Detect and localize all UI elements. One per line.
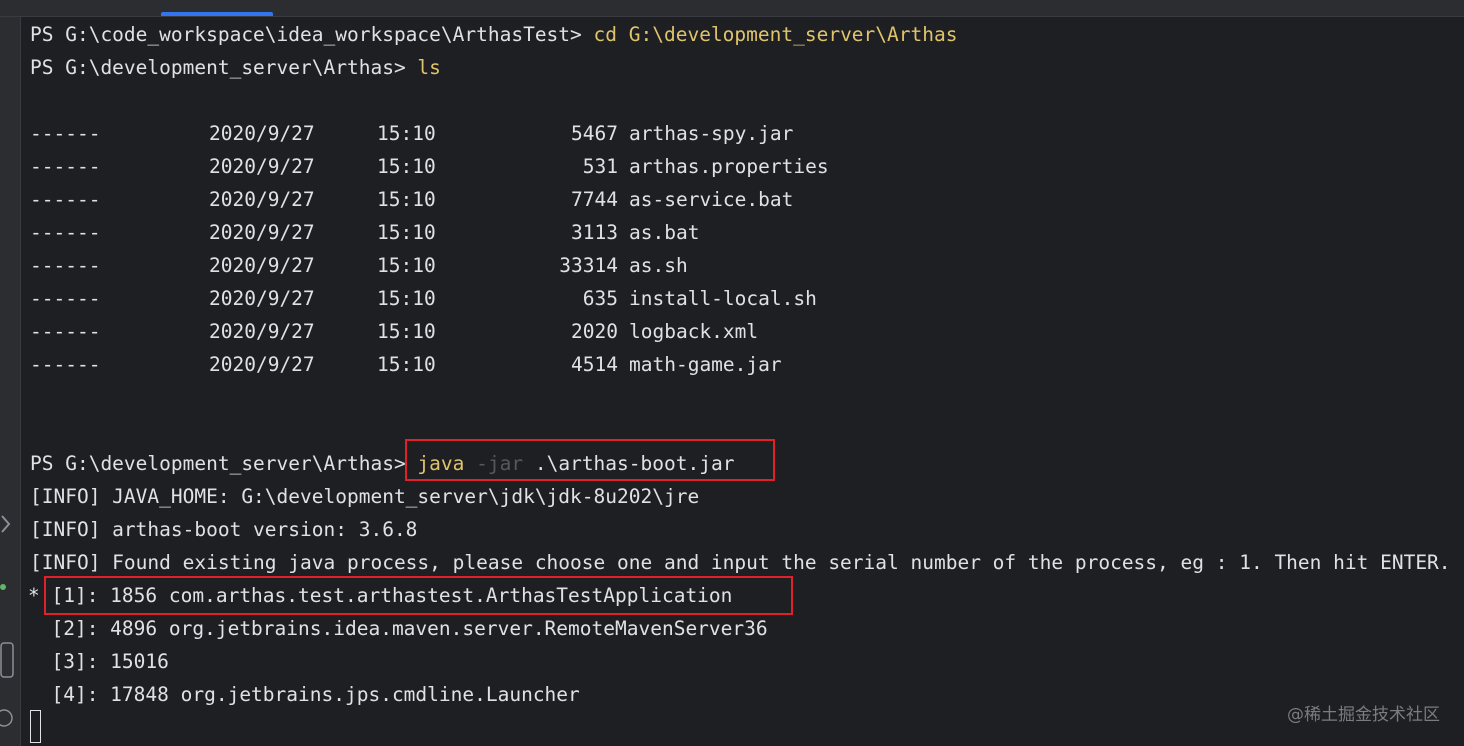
file-time: 15:10 (377, 320, 436, 343)
file-time: 15:10 (377, 122, 436, 145)
status-dot-icon (0, 584, 6, 590)
command: cd G:\development_server\Arthas (593, 23, 958, 46)
file-date: 2020/9/27 (209, 287, 315, 310)
file-size: 33314 (559, 254, 618, 277)
file-time: 15:10 (377, 287, 436, 310)
file-date: 2020/9/27 (209, 188, 315, 211)
file-time: 15:10 (377, 188, 436, 211)
file-time: 15:10 (377, 221, 436, 244)
file-date: 2020/9/27 (209, 122, 315, 145)
file-size: 4514 (571, 353, 618, 376)
terminal-line: PS G:\code_workspace\idea_workspace\Arth… (30, 18, 957, 51)
process-entry: [2]: 4896 org.jetbrains.idea.maven.serve… (28, 617, 768, 640)
file-date: 2020/9/27 (209, 320, 315, 343)
file-size: 635 (582, 287, 618, 310)
file-size: 2020 (571, 320, 618, 343)
command: java (417, 452, 465, 475)
terminal-tab-icon[interactable] (0, 641, 14, 681)
file-date: 2020/9/27 (209, 155, 315, 178)
file-date: 2020/9/27 (209, 221, 315, 244)
process-entry: * [1]: 1856 com.arthas.test.arthastest.A… (28, 584, 733, 607)
prompt: PS G:\development_server\Arthas> (30, 452, 418, 475)
file-mode: ------ (30, 320, 101, 343)
ide-terminal-window: PS G:\code_workspace\idea_workspace\Arth… (0, 0, 1464, 746)
file-mode: ------ (30, 155, 101, 178)
file-name: as-service.bat (629, 188, 794, 211)
file-size: 5467 (571, 122, 618, 145)
file-name: as.bat (629, 221, 700, 244)
partial-icon[interactable] (0, 514, 14, 534)
tab-bar (0, 0, 1464, 17)
watermark: @稀土掘金技术社区 (1287, 705, 1440, 725)
file-mode: ------ (30, 287, 101, 310)
active-tab-indicator[interactable] (161, 12, 273, 16)
terminal-output[interactable]: PS G:\code_workspace\idea_workspace\Arth… (28, 18, 1464, 746)
prompt: PS G:\development_server\Arthas> (30, 56, 418, 79)
command-flag: -jar (476, 452, 524, 475)
file-name: arthas.properties (629, 155, 829, 178)
command-argument: .\arthas-boot.jar (534, 452, 735, 475)
prompt: PS G:\code_workspace\idea_workspace\Arth… (30, 23, 594, 46)
history-icon[interactable] (0, 703, 14, 733)
file-size: 3113 (571, 221, 618, 244)
info-line: [INFO] Found existing java process, plea… (30, 551, 1451, 574)
file-time: 15:10 (377, 254, 436, 277)
file-date: 2020/9/27 (209, 254, 315, 277)
tool-gutter (0, 17, 21, 746)
file-mode: ------ (30, 188, 101, 211)
file-name: as.sh (629, 254, 688, 277)
file-size: 7744 (571, 188, 618, 211)
file-mode: ------ (30, 122, 101, 145)
file-name: logback.xml (629, 320, 759, 343)
file-time: 15:10 (377, 353, 436, 376)
info-line: [INFO] arthas-boot version: 3.6.8 (30, 518, 418, 541)
terminal-line: PS G:\development_server\Arthas> java -j… (30, 447, 734, 480)
process-entry: [3]: 15016 (28, 650, 169, 673)
terminal-cursor[interactable] (30, 710, 41, 743)
file-mode: ------ (30, 353, 101, 376)
file-name: install-local.sh (629, 287, 817, 310)
command: ls (417, 56, 441, 79)
process-entry: [4]: 17848 org.jetbrains.jps.cmdline.Lau… (28, 683, 580, 706)
terminal-line: PS G:\development_server\Arthas> ls (30, 51, 441, 84)
file-size: 531 (582, 155, 618, 178)
file-mode: ------ (30, 254, 101, 277)
info-line: [INFO] JAVA_HOME: G:\development_server\… (30, 485, 700, 508)
file-name: math-game.jar (629, 353, 782, 376)
file-name: arthas-spy.jar (629, 122, 794, 145)
file-time: 15:10 (377, 155, 436, 178)
file-date: 2020/9/27 (209, 353, 315, 376)
file-mode: ------ (30, 221, 101, 244)
